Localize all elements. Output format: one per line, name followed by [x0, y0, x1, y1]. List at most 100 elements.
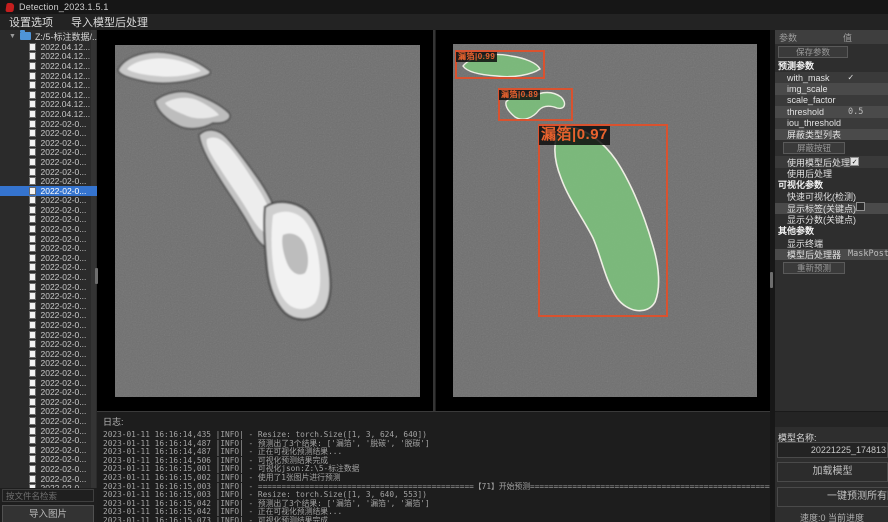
original-image[interactable]	[115, 45, 420, 397]
param-value[interactable]	[856, 202, 888, 214]
tree-item[interactable]: 2022-02-0...	[0, 397, 97, 407]
tree-item-label: 2022-02-0...	[41, 378, 87, 388]
tree-item[interactable]: 2022-02-0...	[0, 330, 97, 340]
param-button-重新预测[interactable]: 重新预测	[783, 262, 845, 274]
tree-item-label: 2022-02-0...	[41, 330, 87, 340]
detection-label: 漏箔|0.89	[499, 90, 540, 100]
tree-item[interactable]: 2022-02-0...	[0, 339, 97, 349]
param-value[interactable]: MaskPostPro	[848, 249, 888, 259]
predict-all-button[interactable]: 一键预测所有图像	[777, 487, 888, 507]
tree-item[interactable]: 2022-02-0	[0, 483, 97, 488]
tree-item[interactable]: 2022-02-0...	[0, 167, 97, 177]
tree-item[interactable]: 2022-02-0...	[0, 368, 97, 378]
tree-item[interactable]: 2022-02-0...	[0, 224, 97, 234]
file-icon	[29, 292, 36, 300]
viewer-original[interactable]	[97, 30, 433, 411]
tree-item[interactable]: 2022-02-0...	[0, 138, 97, 148]
tree-item[interactable]: 2022-02-0...	[0, 301, 97, 311]
tree-item[interactable]: 2022-02-0...	[0, 272, 97, 282]
param-row-显示分数(关键点)[interactable]: 显示分数(关键点)	[775, 214, 888, 225]
param-row-scale_factor[interactable]: scale_factor	[775, 95, 888, 106]
tree-item[interactable]: 2022-02-0...	[0, 291, 97, 301]
load-model-button[interactable]: 加载模型	[777, 462, 888, 482]
tree-item[interactable]: 2022-02-0...	[0, 359, 97, 369]
window-title: Detection_2023.1.5.1	[19, 2, 109, 12]
tree-item-label: 2022-02-0...	[41, 291, 87, 301]
tree-item[interactable]: 2022-02-0...	[0, 282, 97, 292]
search-input[interactable]	[2, 489, 94, 502]
import-images-button[interactable]: 导入图片	[2, 505, 94, 522]
file-icon	[29, 100, 36, 108]
right-splitter-handle[interactable]	[770, 272, 773, 288]
tree-item[interactable]: 2022.04.12...	[0, 61, 97, 71]
param-value[interactable]: ✓	[848, 73, 888, 83]
param-row-img_scale[interactable]: img_scale	[775, 83, 888, 94]
tree-item[interactable]: 2022-02-0...	[0, 263, 97, 273]
tree-item[interactable]: 2022-02-0...	[0, 311, 97, 321]
tree-item-label: 2022-02-0...	[41, 195, 87, 205]
param-row-屏蔽类型列表[interactable]: 屏蔽类型列表	[775, 129, 888, 140]
tree-item[interactable]: 2022.04.12...	[0, 100, 97, 110]
tree-item-label: 2022-02-0...	[41, 205, 87, 215]
left-splitter-handle[interactable]	[95, 268, 98, 284]
tree-item[interactable]: 2022-02-0...	[0, 243, 97, 253]
tree-item[interactable]: 2022.04.12...	[0, 71, 97, 81]
detection-label: 漏箔|0.99	[456, 52, 497, 62]
tree-item[interactable]: 2022-02-0...	[0, 253, 97, 263]
tree-item[interactable]: 2022-02-0...	[0, 407, 97, 417]
tree-item[interactable]: 2022-02-0...	[0, 176, 97, 186]
tree-item[interactable]: 2022-02-0...	[0, 455, 97, 465]
original-image-canvas	[115, 45, 420, 397]
tree-item[interactable]: 2022-02-0...	[0, 464, 97, 474]
tree-item[interactable]: 2022-02-0...	[0, 445, 97, 455]
tree-item[interactable]: 2022-02-0...	[0, 128, 97, 138]
tree-item[interactable]: 2022-02-0...	[0, 157, 97, 167]
tree-item[interactable]: 2022-02-0...	[0, 349, 97, 359]
tree-item[interactable]: 2022-02-0...	[0, 186, 97, 196]
checkmark-icon: ✓	[848, 73, 853, 83]
tree-item-label: 2022-02-0...	[41, 186, 87, 196]
menu-item-settings[interactable]: 设置选项	[9, 14, 53, 30]
tree-item[interactable]: 2022-02-0...	[0, 416, 97, 426]
checkbox-empty-icon[interactable]	[856, 202, 865, 211]
log-panel[interactable]: 日志: 2023-01-11 16:16:14,435 |INFO| - Res…	[97, 411, 770, 522]
tree-item[interactable]: 2022-02-0...	[0, 119, 97, 129]
tree-item[interactable]: 2022.04.12...	[0, 42, 97, 52]
param-row-threshold[interactable]: threshold0.5	[775, 106, 888, 117]
file-icon	[29, 350, 36, 358]
folder-icon	[20, 32, 31, 40]
param-value[interactable]: ✓	[850, 157, 888, 167]
tree-item[interactable]: 2022.04.12...	[0, 90, 97, 100]
tree-item[interactable]: 2022.04.12...	[0, 109, 97, 119]
prediction-image[interactable]: 漏箔|0.99漏箔|0.89漏箔|0.97	[453, 44, 757, 397]
tree-item[interactable]: 2022-02-0...	[0, 205, 97, 215]
viewer-divider[interactable]	[433, 30, 435, 411]
detection-box[interactable]	[538, 124, 668, 317]
tree-item[interactable]: 2022-02-0...	[0, 234, 97, 244]
tree-item-label: 2022-02-0...	[41, 176, 87, 186]
param-label: 屏蔽类型列表	[787, 128, 848, 141]
tree-item[interactable]: 2022-02-0...	[0, 320, 97, 330]
checkbox-checked-icon[interactable]: ✓	[850, 157, 859, 166]
tree-item[interactable]: 2022-02-0...	[0, 474, 97, 484]
param-button-保存参数[interactable]: 保存参数	[778, 46, 848, 58]
tree-item[interactable]: 2022-02-0...	[0, 426, 97, 436]
file-icon	[29, 359, 36, 367]
param-value[interactable]: 0.5	[848, 107, 888, 117]
tree-item[interactable]: 2022.04.12...	[0, 80, 97, 90]
menu-item-import-postprocess[interactable]: 导入模型后处理	[71, 14, 148, 30]
viewer-prediction[interactable]: 漏箔|0.99漏箔|0.89漏箔|0.97	[436, 30, 770, 411]
tree-item[interactable]: 2022-02-0...	[0, 387, 97, 397]
tree-item[interactable]: 2022.04.12...	[0, 52, 97, 62]
param-button-屏蔽按钮[interactable]: 屏蔽按钮	[783, 142, 845, 154]
tree-item[interactable]: 2022-02-0...	[0, 196, 97, 206]
tree-item[interactable]: 2022-02-0...	[0, 435, 97, 445]
model-name-field[interactable]: 20221225_174813	[777, 442, 888, 458]
param-row-模型后处理器[interactable]: 模型后处理器MaskPostPro	[775, 249, 888, 260]
tree-item[interactable]: 2022-02-0...	[0, 378, 97, 388]
tree-item[interactable]: 2022-02-0...	[0, 148, 97, 158]
param-row-使用后处理[interactable]: 使用后处理	[775, 168, 888, 179]
param-row-with_mask[interactable]: with_mask✓	[775, 72, 888, 83]
tree-root-folder[interactable]: ▼ Z:/5-标注数据/...	[0, 30, 97, 42]
tree-item[interactable]: 2022-02-0...	[0, 215, 97, 225]
